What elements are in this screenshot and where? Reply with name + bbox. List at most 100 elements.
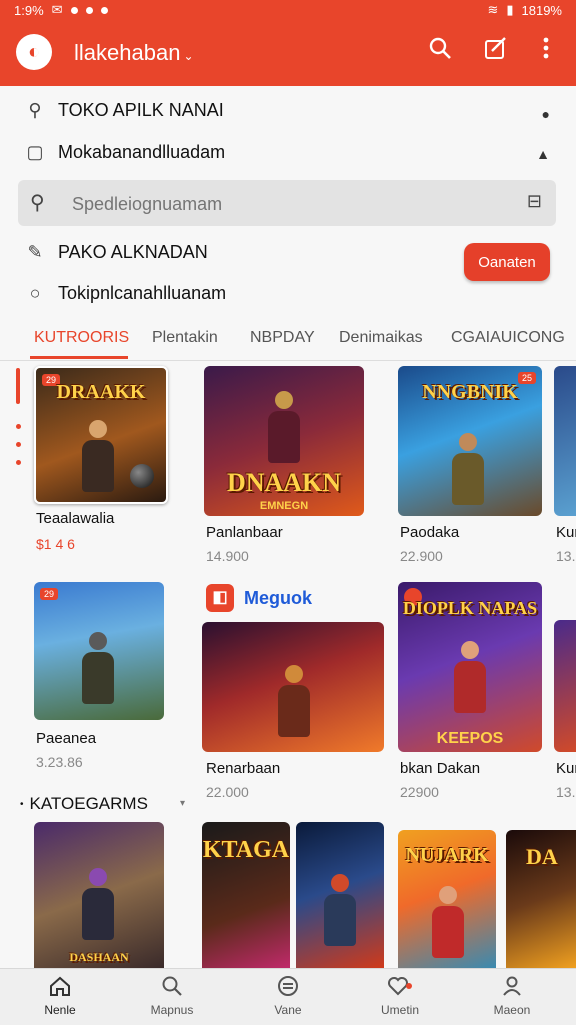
menu-row-3[interactable]: ✎ PAKO ALKNADAN — [24, 242, 208, 263]
menu-row-4[interactable]: ○ Tokipnlcanahlluanam — [24, 283, 227, 304]
game-title-art: NNGBNIK — [422, 381, 518, 403]
game-name: Paodaka — [400, 524, 460, 541]
game-subtitle-art: EMNEGN — [259, 499, 309, 512]
game-price: 22900 — [400, 784, 439, 800]
brand-header[interactable]: ◧ Meguok — [206, 584, 312, 612]
game-title-art: DIOPLK NAPAS — [402, 598, 538, 618]
active-tab-indicator — [30, 356, 128, 359]
game-thumbnail[interactable]: 25 NNGBNIK — [398, 366, 542, 516]
brand-label: Meguok — [244, 587, 313, 608]
app-title-text: llakehaban — [74, 40, 181, 65]
search-icon: ⚲ — [30, 192, 45, 214]
game-thumbnail[interactable]: DASHAAN — [34, 822, 164, 968]
game-thumbnail[interactable]: 29 — [34, 582, 164, 720]
nav-label: Vane — [274, 1003, 302, 1017]
status-bar: 1:9% ✉ ≋ ▮ 1819% — [0, 0, 576, 20]
search-icon: ⚲ — [28, 100, 42, 120]
nav-favorites[interactable]: Umetin — [350, 975, 450, 1017]
scroll-indicator — [16, 368, 20, 404]
game-thumbnail[interactable] — [554, 366, 576, 516]
game-name: bkan Dakan — [400, 760, 481, 777]
nav-search[interactable]: Mapnus — [122, 975, 222, 1017]
tab-kutrooris[interactable]: KUTROORIS — [34, 329, 129, 347]
nav-label: Mapnus — [150, 1003, 194, 1017]
category-tabs: KUTROORIS Plentakin NBPDAY Denimaikas CG… — [0, 318, 576, 360]
search-icon[interactable] — [424, 36, 456, 68]
character-art — [446, 433, 490, 507]
game-title-art: DASHAAN — [69, 950, 129, 965]
tab-cgaiauicong[interactable]: CGAIAUICONG — [451, 329, 565, 347]
notification-dot — [100, 6, 108, 14]
rating-badge: 29 — [40, 588, 59, 600]
character-art — [262, 391, 306, 465]
menu-row-label: TOKO APILK NANAI — [58, 100, 224, 120]
brand-logo-icon: ◧ — [206, 584, 234, 612]
wifi-icon: ≋ — [487, 2, 499, 17]
game-price: 13. — [556, 548, 576, 564]
game-thumbnail[interactable]: DIOPLK NAPAS KEEPOS — [398, 582, 542, 752]
status-right: ≋ ▮ 1819% — [487, 2, 562, 18]
game-price: $1 4 6 — [36, 536, 75, 552]
game-price: 3.23.86 — [36, 754, 83, 770]
bag-icon: ▢ — [26, 142, 44, 162]
game-price: 22.900 — [400, 548, 443, 564]
game-title-art: NUJARK — [405, 843, 489, 866]
game-name: Panlanbaar — [206, 524, 283, 541]
bottom-navigation: Nenle Mapnus Vane Umetin Maeon — [0, 968, 576, 1025]
game-thumbnail[interactable]: DA — [506, 830, 576, 968]
game-thumbnail[interactable] — [202, 622, 384, 752]
nav-profile[interactable]: Maeon — [462, 975, 562, 1017]
app-title[interactable]: llakehaban ⌄ — [74, 40, 194, 66]
orb-art — [130, 464, 154, 488]
character-art — [318, 873, 362, 948]
action-button[interactable]: Oanaten — [464, 243, 550, 281]
app-logo-icon[interactable]: ◐ — [16, 34, 52, 70]
menu-row-1[interactable]: ⚲ TOKO APILK NANAI — [24, 100, 224, 121]
search-input[interactable] — [70, 189, 494, 219]
nav-vane[interactable]: Vane — [238, 975, 338, 1017]
menu-row-2[interactable]: ▢ Mokabanandlluadam — [24, 142, 225, 163]
radio-icon: ○ — [29, 283, 41, 303]
tab-plentakin[interactable]: Plentakin — [152, 329, 218, 347]
scan-icon[interactable]: ⊟ — [527, 191, 542, 212]
nav-home[interactable]: Nenle — [10, 975, 110, 1017]
menu-row-label: Tokipnlcanahlluanam — [58, 283, 227, 303]
menu-circle-icon — [238, 975, 338, 1001]
character-art — [76, 867, 120, 942]
section-header[interactable]: • KATOEGARMS ▾ — [20, 794, 185, 814]
game-title-art: KTAGA — [202, 836, 290, 863]
nav-label: Maeon — [493, 1003, 531, 1017]
character-art — [272, 665, 316, 739]
divider — [0, 360, 576, 361]
game-thumbnail[interactable]: DNAAKN EMNEGN — [204, 366, 364, 516]
edit-icon[interactable] — [480, 36, 512, 68]
search-bar: ⚲ ⊟ — [18, 180, 556, 226]
tab-denimaikas[interactable]: Denimaikas — [339, 329, 423, 347]
game-name: Paeanea — [36, 730, 97, 747]
game-title-art: DA — [526, 843, 558, 869]
game-thumbnail[interactable]: NUJARK — [398, 830, 496, 968]
character-art — [76, 632, 120, 706]
nav-label: Umetin — [380, 1003, 419, 1017]
game-thumbnail[interactable]: KTAGA — [202, 822, 290, 968]
game-thumbnail[interactable] — [296, 822, 384, 968]
game-price: 22.000 — [206, 784, 249, 800]
character-art — [426, 885, 470, 960]
menu-row-label: Mokabanandlluadam — [58, 142, 226, 162]
notification-dot — [70, 6, 78, 14]
game-name: Renarbaan — [206, 760, 281, 777]
game-name: Kur — [556, 524, 576, 541]
notification-dot — [85, 6, 93, 14]
section-title: KATOEGARMS — [29, 794, 148, 813]
game-title-art: DRAAKK — [56, 381, 146, 404]
game-price: 13.9 — [556, 784, 576, 800]
game-subtitle-art: KEEPOS — [436, 730, 504, 747]
user-icon[interactable]: ● — [542, 106, 550, 122]
lock-icon[interactable]: ▲ — [536, 146, 550, 162]
tab-nbpday[interactable]: NBPDAY — [250, 329, 315, 347]
more-vert-icon[interactable] — [530, 36, 562, 68]
app-bar: ◐ llakehaban ⌄ — [0, 20, 576, 86]
menu-row-label: PAKO ALKNADAN — [58, 242, 208, 262]
game-thumbnail[interactable] — [554, 620, 576, 752]
game-thumbnail[interactable]: 29 DRAAKK — [34, 366, 168, 504]
